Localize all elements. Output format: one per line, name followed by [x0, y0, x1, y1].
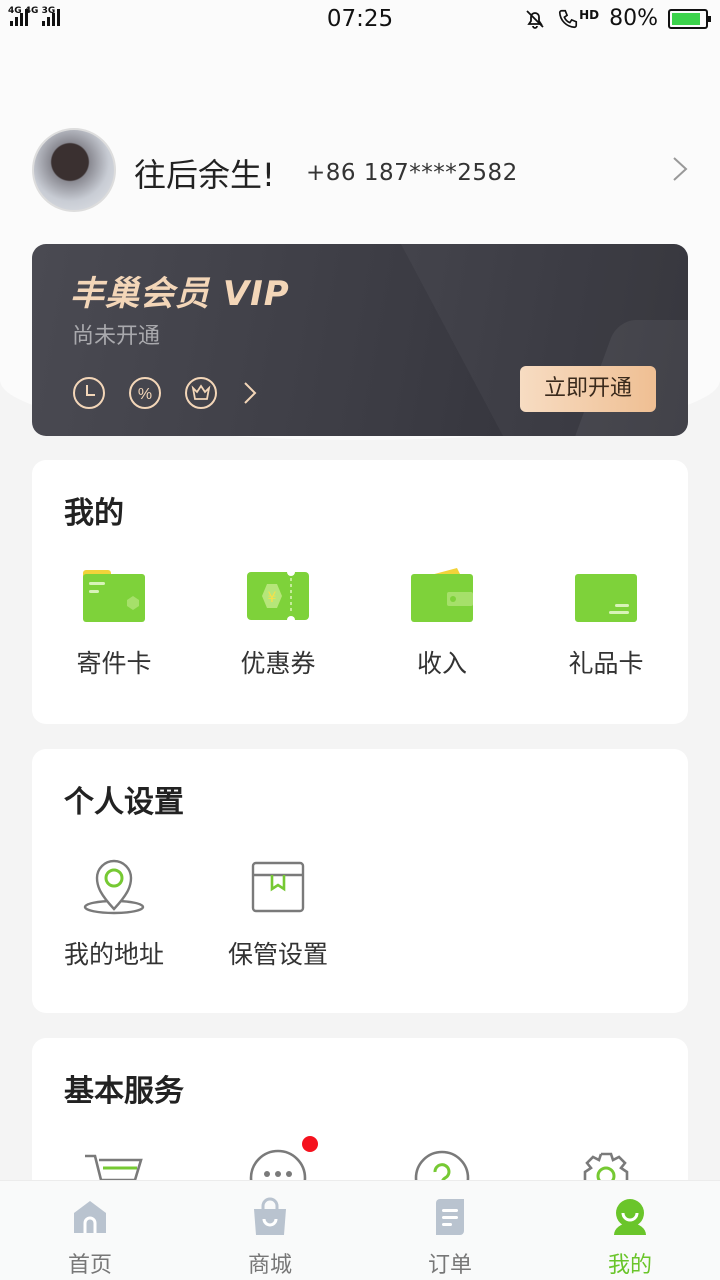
mine-section: 我的 寄件卡 ¥ 优惠券 收入 礼品卡	[32, 460, 688, 724]
settings-item-label: 我的地址	[63, 940, 164, 969]
mine-item-send-card[interactable]: 寄件卡	[32, 568, 196, 680]
location-icon	[83, 859, 145, 915]
clock-icon	[73, 377, 105, 409]
mine-item-label: 优惠券	[240, 649, 316, 678]
mine-item-label: 收入	[416, 649, 467, 678]
mute-bell-icon	[526, 9, 544, 29]
svg-text:%: %	[138, 386, 152, 403]
settings-item-label: 保管设置	[227, 940, 328, 969]
crown-icon	[185, 377, 217, 409]
tab-label: 订单	[427, 1253, 472, 1278]
hd-label: HD	[579, 7, 600, 22]
vip-chevron-right-icon[interactable]	[240, 379, 260, 407]
tab-mall[interactable]: 商城	[180, 1181, 360, 1280]
tab-mine[interactable]: 我的	[540, 1181, 720, 1280]
home-icon	[74, 1201, 106, 1233]
coupon-icon: ¥	[247, 568, 309, 624]
tab-label: 商城	[247, 1253, 292, 1278]
gift-card-icon	[575, 574, 637, 622]
shopping-bag-icon	[254, 1197, 286, 1235]
mine-item-label: 寄件卡	[76, 649, 152, 678]
battery-icon	[668, 8, 711, 29]
order-icon	[436, 1199, 464, 1235]
percent-icon: %	[129, 377, 161, 409]
chat-notification-dot	[302, 1136, 318, 1152]
profile-row[interactable]: 往后余生! +86 187****2582	[32, 128, 692, 212]
mine-item-gift-card[interactable]: 礼品卡	[524, 568, 688, 680]
tab-orders[interactable]: 订单	[360, 1181, 540, 1280]
mine-title: 我的	[64, 496, 124, 531]
box-icon	[251, 861, 305, 913]
personal-settings-section: 个人设置 我的地址 保管设置	[32, 749, 688, 1013]
settings-title: 个人设置	[64, 785, 184, 820]
battery-percent: 80%	[609, 6, 658, 31]
wallet-icon	[411, 568, 473, 622]
activate-vip-button[interactable]: 立即开通	[520, 366, 656, 412]
bottom-tab-bar: 首页 商城 订单 我的	[0, 1180, 720, 1280]
vip-card[interactable]: 丰巢会员 VIP 尚未开通 % 立即开通	[32, 244, 688, 436]
tab-home[interactable]: 首页	[0, 1181, 180, 1280]
settings-item-address[interactable]: 我的地址	[32, 857, 196, 971]
vip-title: 丰巢会员 VIP	[70, 274, 290, 314]
vip-status: 尚未开通	[72, 324, 161, 349]
svg-text:¥: ¥	[268, 590, 277, 606]
mine-item-label: 礼品卡	[568, 649, 644, 678]
username: 往后余生!	[134, 156, 275, 194]
tab-label: 首页	[67, 1253, 112, 1278]
tab-label: 我的	[607, 1253, 652, 1278]
mine-item-coupon[interactable]: ¥ 优惠券	[196, 568, 360, 680]
card-icon	[83, 570, 145, 622]
settings-item-storage[interactable]: 保管设置	[196, 857, 360, 971]
phone-call-icon	[559, 9, 578, 28]
profile-icon	[614, 1199, 646, 1235]
avatar[interactable]	[32, 128, 116, 212]
phone-number: +86 187****2582	[306, 160, 518, 186]
status-bar: 4G 4G 3G 07:25 HD 80%	[0, 0, 720, 40]
chevron-right-icon[interactable]	[666, 156, 692, 182]
mine-item-income[interactable]: 收入	[360, 568, 524, 680]
services-title: 基本服务	[64, 1074, 184, 1109]
